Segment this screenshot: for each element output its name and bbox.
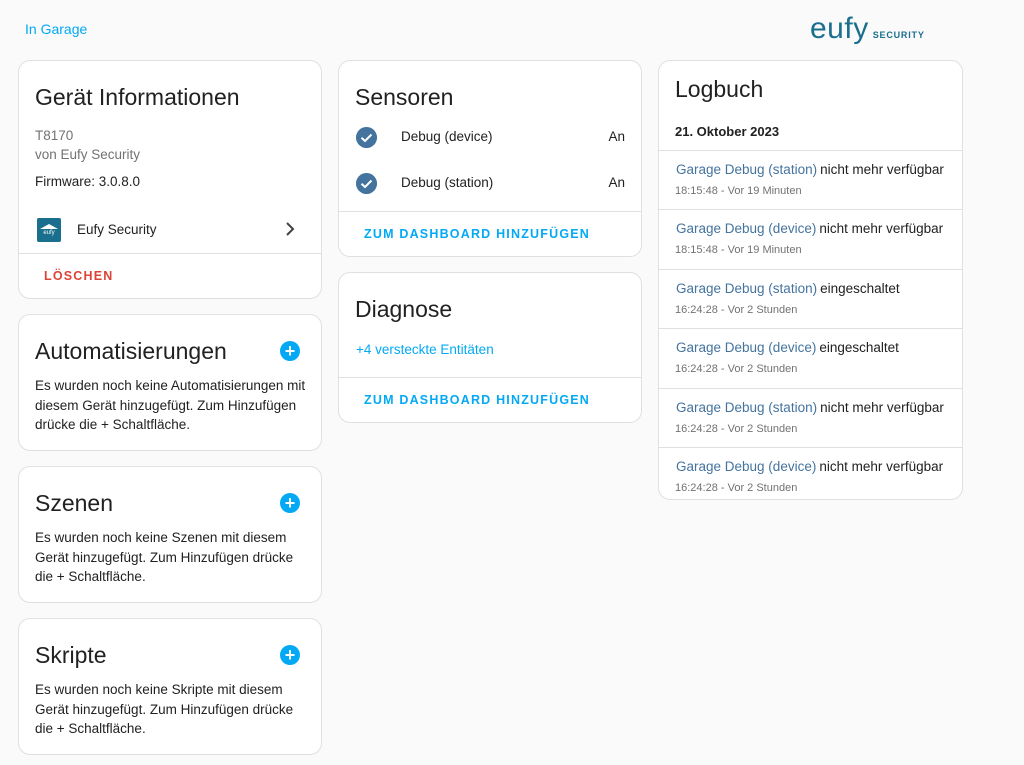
logbook-message: nicht mehr verfügbar [819, 459, 944, 474]
scenes-card: Szenen + Es wurden noch keine Szenen mit… [18, 466, 322, 603]
logbook-entity-link[interactable]: Garage Debug (station) [676, 400, 817, 415]
scripts-title: Skripte [35, 642, 107, 668]
logbook-time: 18:15:48 - Vor 19 Minuten [675, 185, 802, 197]
add-script-plus-icon[interactable]: + [280, 645, 300, 665]
logbook-entity-link[interactable]: Garage Debug (station) [676, 281, 817, 296]
logbook-entity-link[interactable]: Garage Debug (device) [676, 459, 816, 474]
logbook-time: 16:24:28 - Vor 2 Stunden [675, 363, 798, 375]
logbook-message: eingeschaltet [820, 281, 900, 296]
logbook-time: 16:24:28 - Vor 2 Stunden [675, 482, 798, 494]
eufy-security-logo: eufy SECURITY [810, 14, 925, 44]
logbook-entry: Garage Debug (device) nicht mehr verfügba… [659, 447, 962, 499]
logbook-time: 16:24:28 - Vor 2 Stunden [675, 423, 798, 435]
device-info-title: Gerät Informationen [35, 84, 240, 110]
divider [339, 211, 641, 212]
sensor-name: Debug (device) [401, 129, 493, 144]
logbook-entry-line: Garage Debug (station) eingeschaltet [676, 281, 900, 296]
device-manufacturer: von Eufy Security [35, 147, 141, 162]
device-model: T8170 [35, 128, 74, 143]
logbook-entry-line: Garage Debug (device) nicht mehr verfügba… [676, 459, 943, 474]
brand-word: eufy [810, 12, 869, 45]
sensor-state: An [608, 129, 625, 144]
sensor-state: An [608, 175, 625, 190]
sensors-card: Sensoren Debug (device) An Debug (statio… [338, 60, 642, 257]
diagnose-card: Diagnose +4 versteckte Entitäten ZUM DAS… [338, 272, 642, 423]
device-firmware: Firmware: 3.0.8.0 [35, 174, 141, 189]
sensors-title: Sensoren [355, 84, 454, 110]
logbook-entry-line: Garage Debug (station) nicht mehr verfügb… [676, 400, 944, 415]
integration-logo-text: eufy [43, 230, 55, 236]
hidden-entities-link[interactable]: +4 versteckte Entitäten [356, 342, 494, 357]
eufy-integration-logo: eufy [37, 218, 61, 242]
logbook-entity-link[interactable]: Garage Debug (station) [676, 162, 817, 177]
scripts-card: Skripte + Es wurden noch keine Skripte m… [18, 618, 322, 755]
integration-name: Eufy Security [77, 222, 157, 237]
logbook-card: Logbuch 21. Oktober 2023 Garage Debug (s… [658, 60, 963, 500]
divider [339, 377, 641, 378]
logbook-time: 16:24:28 - Vor 2 Stunden [675, 304, 798, 316]
automations-title: Automatisierungen [35, 338, 227, 364]
logbook-date: 21. Oktober 2023 [675, 124, 780, 139]
logbook-entry-line: Garage Debug (device) nicht mehr verfügba… [676, 221, 943, 236]
sensor-row-debug-station[interactable]: Debug (station) An [339, 164, 641, 204]
check-circle-icon [356, 127, 377, 148]
diagnose-add-to-dashboard-button[interactable]: ZUM DASHBOARD HINZUFÜGEN [364, 393, 590, 407]
logbook-time: 18:15:48 - Vor 19 Minuten [675, 244, 802, 256]
logbook-entry: Garage Debug (station) nicht mehr verfügb… [659, 150, 962, 209]
sensors-add-to-dashboard-button[interactable]: ZUM DASHBOARD HINZUFÜGEN [364, 227, 590, 241]
automations-empty-text: Es wurden noch keine Automatisierungen m… [35, 378, 306, 432]
logbook-entry: Garage Debug (station) nicht mehr verfügb… [659, 388, 962, 447]
chevron-right-icon [286, 222, 295, 236]
logbook-message: nicht mehr verfügbar [820, 162, 944, 177]
device-info-card: Gerät Informationen T8170 von Eufy Secur… [18, 60, 322, 299]
logbook-message: nicht mehr verfügbar [820, 400, 944, 415]
delete-device-button[interactable]: LÖSCHEN [44, 269, 114, 283]
scenes-title: Szenen [35, 490, 114, 516]
integration-row-eufy-security[interactable]: eufy Eufy Security [19, 207, 321, 253]
add-scene-plus-icon[interactable]: + [280, 493, 300, 513]
scenes-empty-text: Es wurden noch keine Szenen mit diesem G… [35, 530, 294, 584]
automations-card: Automatisierungen + Es wurden noch keine… [18, 314, 322, 451]
back-link-in-garage[interactable]: In Garage [25, 21, 87, 37]
brand-sub: SECURITY [872, 30, 925, 40]
logbook-title: Logbuch [675, 76, 764, 102]
check-circle-icon [356, 173, 377, 194]
add-automation-plus-icon[interactable]: + [280, 341, 300, 361]
sensor-row-debug-device[interactable]: Debug (device) An [339, 118, 641, 158]
logbook-entry-line: Garage Debug (station) nicht mehr verfügb… [676, 162, 944, 177]
diagnose-title: Diagnose [355, 296, 453, 322]
logbook-message: eingeschaltet [819, 340, 899, 355]
divider [19, 253, 321, 254]
logbook-entry: Garage Debug (station) eingeschaltet 16:2… [659, 269, 962, 328]
logbook-entry: Garage Debug (device) nicht mehr verfügba… [659, 209, 962, 268]
scripts-empty-text: Es wurden noch keine Skripte mit diesem … [35, 682, 294, 736]
sensor-name: Debug (station) [401, 175, 494, 190]
house-roof-shape [40, 224, 58, 229]
logbook-entity-link[interactable]: Garage Debug (device) [676, 340, 816, 355]
logbook-message: nicht mehr verfügbar [819, 221, 944, 236]
logbook-entry-line: Garage Debug (device) eingeschaltet [676, 340, 899, 355]
logbook-entity-link[interactable]: Garage Debug (device) [676, 221, 816, 236]
logbook-entry: Garage Debug (device) eingeschaltet 16:24… [659, 328, 962, 387]
